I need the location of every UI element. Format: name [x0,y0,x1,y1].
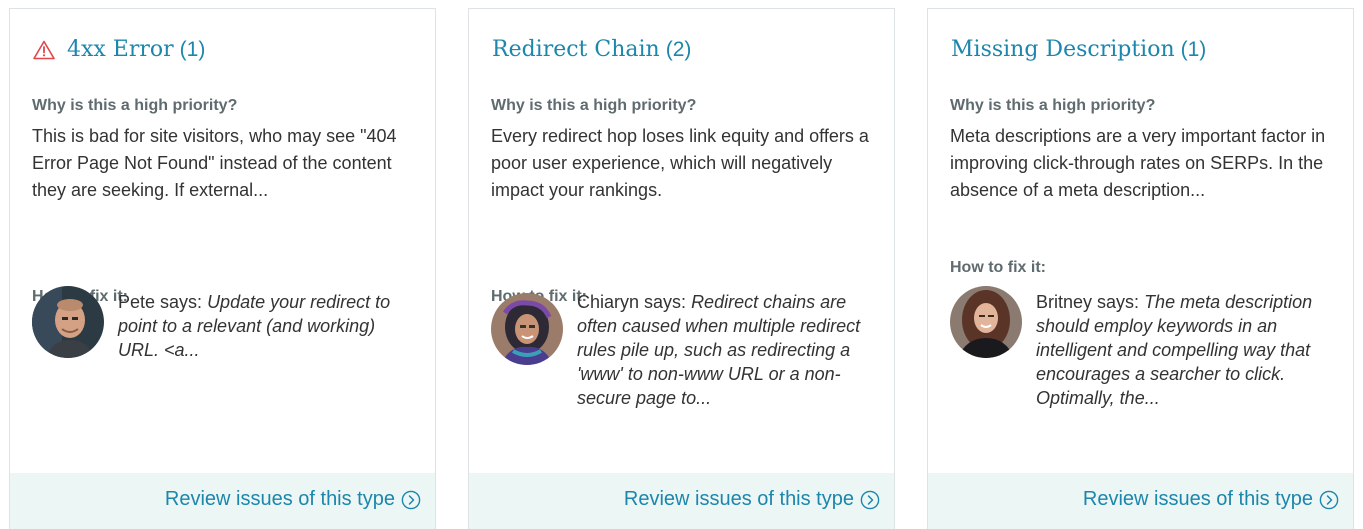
issue-count: (2) [665,37,692,61]
review-link-label: Review issues of this type [623,488,854,510]
card-title[interactable]: 4xx Error (1) [33,37,205,62]
why-label: Why is this a high priority? [32,97,238,114]
expert-advice: Britney says: The meta description shoul… [1036,290,1336,410]
review-link-label: Review issues of this type [1082,488,1313,510]
why-label: Why is this a high priority? [491,97,697,114]
issue-card-redirect-chain: Redirect Chain (2) Why is this a high pr… [468,8,895,529]
chevron-right-circle-icon [860,490,880,509]
issue-count: (1) [1180,37,1207,61]
expert-advice: Chiaryn says: Redirect chains are often … [577,290,877,410]
card-footer: Review issues of this type [928,473,1353,529]
expert-name: Pete says: [118,292,203,312]
card-title-text: Missing Description [951,37,1175,62]
chevron-right-circle-icon [1319,490,1339,509]
expert-name: Chiaryn says: [577,292,687,312]
warning-icon [33,40,55,59]
card-title[interactable]: Redirect Chain (2) [492,37,691,62]
chevron-right-circle-icon [401,490,421,509]
issue-count: (1) [179,37,206,61]
review-issues-link[interactable]: Review issues of this type [624,488,880,511]
issue-card-missing-description: Missing Description (1) Why is this a hi… [927,8,1354,529]
expert-advice: Pete says: Update your redirect to point… [118,290,418,362]
why-label: Why is this a high priority? [950,97,1156,114]
fix-label: How to fix it: [950,259,1046,276]
review-issues-link[interactable]: Review issues of this type [1083,488,1339,511]
card-title-text: Redirect Chain [492,37,660,62]
why-text: This is bad for site visitors, who may s… [32,126,397,200]
chiaryn-avatar [491,293,563,365]
card-footer: Review issues of this type [10,473,435,529]
review-issues-link[interactable]: Review issues of this type [165,488,421,511]
pete-avatar [32,286,104,358]
issue-card-4xx-error: 4xx Error (1) Why is this a high priorit… [9,8,436,529]
expert-name: Britney says: [1036,292,1140,312]
why-text: Meta descriptions are a very important f… [950,126,1326,200]
card-title[interactable]: Missing Description (1) [951,37,1206,62]
review-link-label: Review issues of this type [164,488,395,510]
britney-avatar [950,286,1022,358]
card-footer: Review issues of this type [469,473,894,529]
why-text: Every redirect hop loses link equity and… [491,126,869,200]
card-title-text: 4xx Error [67,37,174,62]
